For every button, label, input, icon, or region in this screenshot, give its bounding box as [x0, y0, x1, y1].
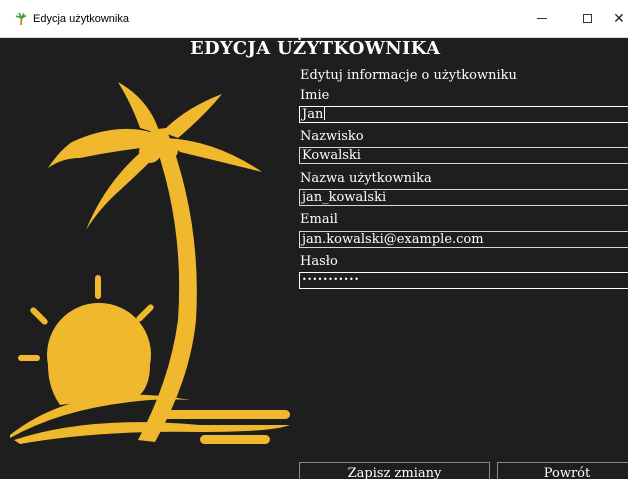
username-field[interactable]: jan_kowalski [299, 189, 628, 206]
email-label: Email [300, 212, 338, 227]
close-button[interactable]: ✕ [596, 0, 628, 37]
password-field[interactable]: ••••••••••• [299, 272, 628, 289]
password-label: Hasło [300, 254, 338, 269]
palm-tree-sun-logo [10, 82, 290, 444]
username-label: Nazwa użytkownika [300, 171, 432, 186]
minimize-icon [537, 18, 547, 19]
title-bar[interactable]: Edycja użytkownika ✕ [0, 0, 628, 38]
username-value: jan_kowalski [302, 190, 387, 205]
back-button[interactable]: Powrót [497, 462, 628, 479]
app-window: Edycja użytkownika ✕ EDYCJA UŻYTKOWNIKA … [0, 0, 628, 479]
page-title: EDYCJA UŻYTKOWNIKA [190, 38, 441, 59]
page-subtitle: Edytuj informacje o użytkowniku [300, 68, 517, 83]
password-value: ••••••••••• [302, 275, 360, 284]
window-title: Edycja użytkownika [33, 13, 129, 25]
text-caret [324, 107, 326, 120]
last-name-value: Kowalski [302, 148, 361, 163]
last-name-label: Nazwisko [300, 129, 364, 144]
first-name-label: Imie [300, 88, 330, 103]
minimize-button[interactable] [519, 0, 565, 37]
close-icon: ✕ [613, 10, 625, 27]
email-field[interactable]: jan.kowalski@example.com [299, 231, 628, 248]
first-name-value: Jan [302, 107, 324, 122]
last-name-field[interactable]: Kowalski [299, 147, 628, 164]
email-value: jan.kowalski@example.com [302, 232, 484, 247]
palm-tree-icon [14, 12, 28, 26]
first-name-field[interactable]: Jan [299, 106, 628, 123]
maximize-icon [582, 14, 592, 23]
save-changes-button[interactable]: Zapisz zmiany [299, 462, 490, 479]
